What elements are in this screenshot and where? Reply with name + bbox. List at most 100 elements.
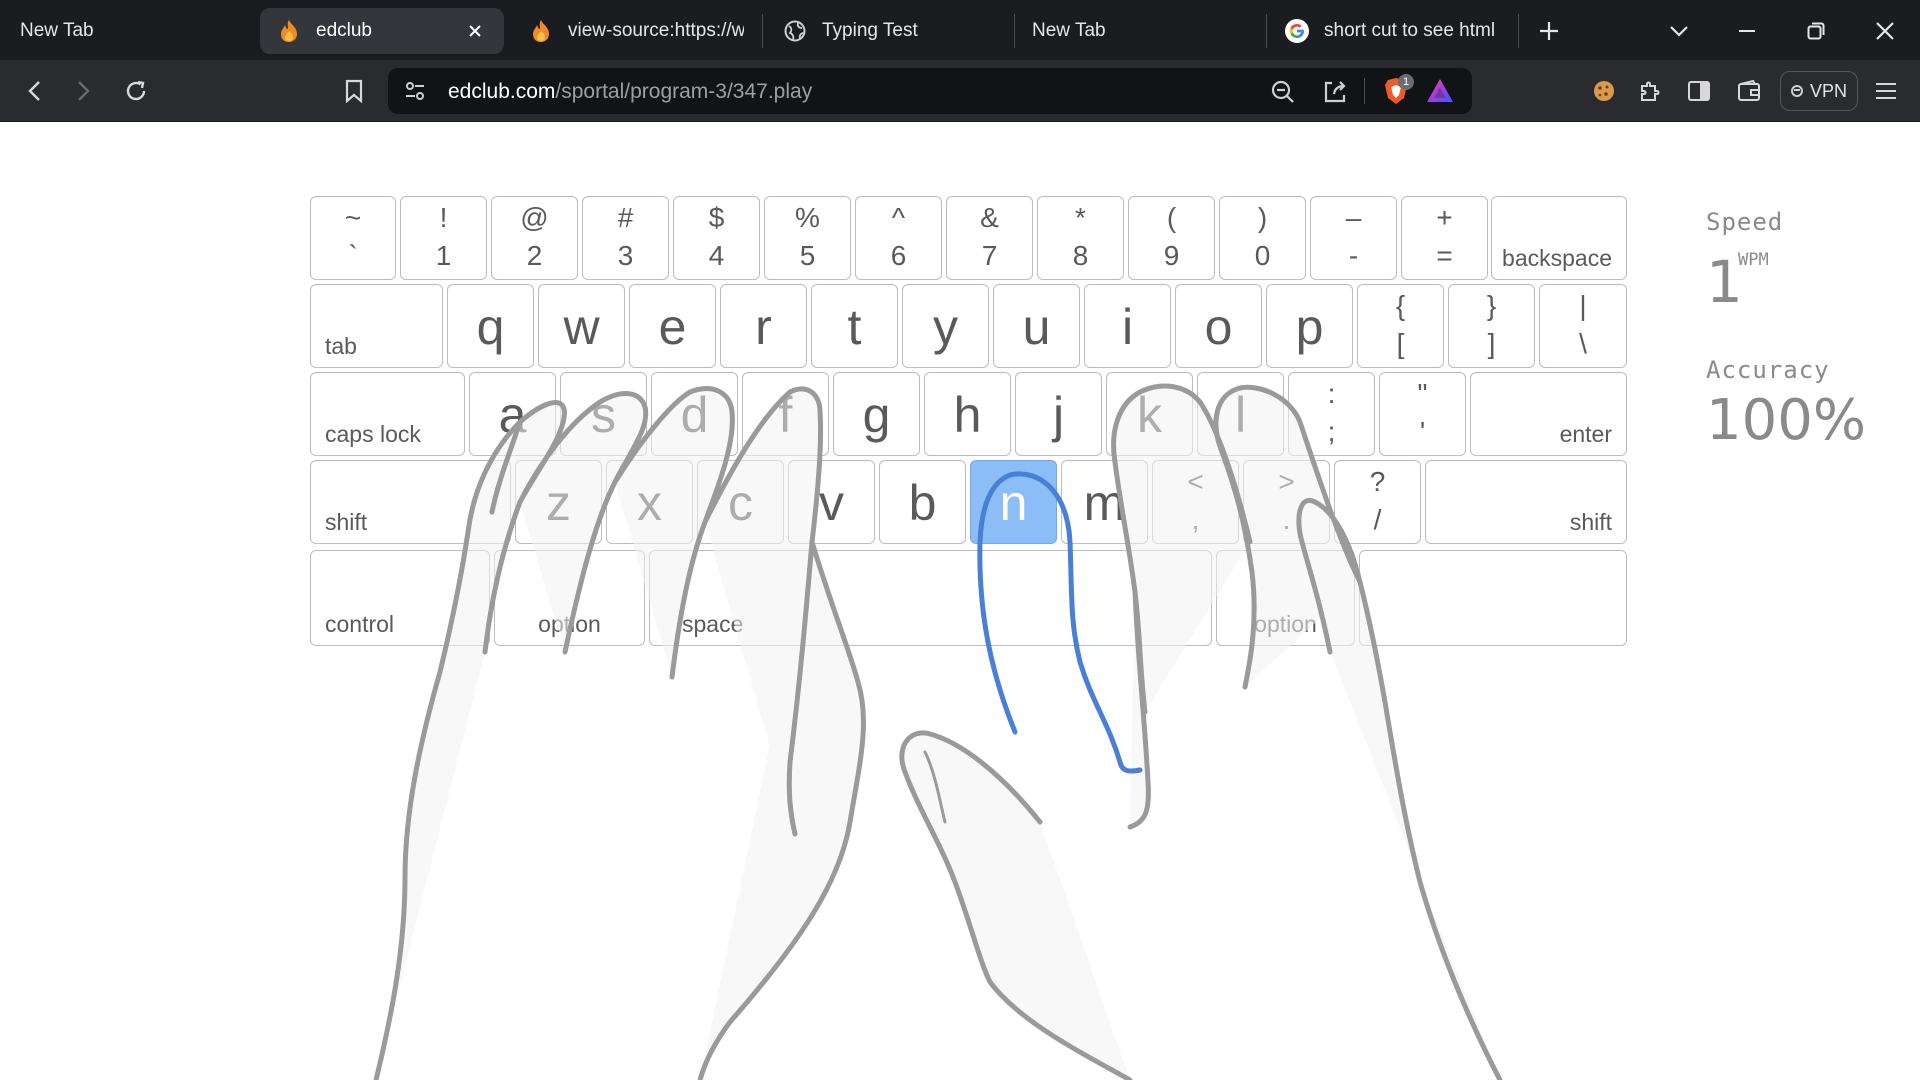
key-top-symbol: # bbox=[617, 202, 634, 233]
close-window-icon[interactable] bbox=[1866, 12, 1904, 50]
brave-shields-icon[interactable]: 1 bbox=[1382, 74, 1414, 111]
key-control: control bbox=[310, 550, 490, 646]
key-b: b bbox=[879, 460, 966, 544]
wallet-icon[interactable] bbox=[1729, 71, 1769, 111]
restore-icon[interactable] bbox=[1797, 12, 1835, 50]
url-path: /sportal/program-3/347.play bbox=[555, 80, 813, 103]
sidebar-icon[interactable] bbox=[1679, 71, 1719, 111]
key-e: e bbox=[629, 284, 716, 368]
vpn-label: VPN bbox=[1809, 80, 1847, 101]
key-comma: <, bbox=[1152, 460, 1239, 544]
minimize-icon[interactable] bbox=[1728, 12, 1766, 50]
key-label: backspace bbox=[1502, 245, 1612, 271]
brave-rewards-icon[interactable] bbox=[1426, 78, 1454, 109]
vpn-button[interactable]: VPN bbox=[1780, 71, 1858, 111]
key-n-highlighted: n bbox=[970, 460, 1057, 544]
key-label: enter bbox=[1559, 421, 1612, 447]
key-v: v bbox=[788, 460, 875, 544]
key-f: f bbox=[742, 372, 829, 456]
key-8: * 8 bbox=[1037, 196, 1124, 280]
key-bottom-symbol: 6 bbox=[890, 240, 907, 271]
key-label: shift bbox=[325, 509, 368, 535]
key-d: d bbox=[651, 372, 738, 456]
key-right-bracket: }] bbox=[1448, 284, 1535, 368]
tab-title: Typing Test bbox=[822, 20, 918, 41]
tab-separator bbox=[1014, 14, 1015, 48]
tab-title: view-source:https://ww bbox=[568, 20, 744, 41]
address-bar[interactable]: edclub.com/sportal/program-3/347.play 1 bbox=[388, 68, 1472, 114]
key-bottom-symbol: - bbox=[1348, 240, 1359, 271]
key-bottom-symbol: [ bbox=[1396, 328, 1405, 359]
key-3: #3 bbox=[582, 196, 669, 280]
key-bottom-symbol: 0 bbox=[1254, 240, 1271, 271]
key-letter: q bbox=[476, 299, 505, 355]
browser-toolbar: edclub.com/sportal/program-3/347.play 1 … bbox=[0, 60, 1920, 122]
key-letter: m bbox=[1083, 475, 1126, 531]
new-tab-button[interactable] bbox=[1530, 12, 1568, 50]
key-bottom-symbol: 2 bbox=[526, 240, 543, 271]
key-bottom-symbol: ] bbox=[1487, 328, 1496, 359]
key-g: g bbox=[833, 372, 920, 456]
key-z: z bbox=[515, 460, 602, 544]
key-5: % 5 bbox=[764, 196, 851, 280]
key-y: y bbox=[902, 284, 989, 368]
menu-icon[interactable] bbox=[1866, 71, 1906, 111]
key-letter: s bbox=[591, 387, 616, 443]
key-letter: g bbox=[862, 387, 891, 443]
key-bottom-symbol: . bbox=[1282, 504, 1291, 535]
key-tab: tab bbox=[310, 284, 443, 368]
tab-separator bbox=[762, 14, 763, 48]
key-i: i bbox=[1084, 284, 1171, 368]
tab-view-source[interactable]: view-source:https://ww bbox=[512, 8, 760, 54]
tab-new-tab-1[interactable]: New Tab bbox=[4, 8, 252, 54]
key-top-symbol: ? bbox=[1369, 466, 1386, 497]
key-top-symbol: ~ bbox=[344, 202, 362, 233]
tab-edclub[interactable]: edclub bbox=[260, 8, 504, 54]
key-letter: i bbox=[1121, 299, 1134, 355]
key-s: s bbox=[560, 372, 647, 456]
key-top-symbol: ( bbox=[1166, 202, 1177, 233]
close-icon[interactable] bbox=[462, 18, 488, 44]
tab-title: short cut to see html co bbox=[1324, 20, 1500, 41]
edclub-flame-icon bbox=[528, 18, 554, 44]
key-letter: r bbox=[755, 299, 772, 355]
tab-google-search[interactable]: short cut to see html co bbox=[1268, 8, 1516, 54]
key-7: & 7 bbox=[946, 196, 1033, 280]
tab-search-chevron-icon[interactable] bbox=[1660, 12, 1698, 50]
key-label: space bbox=[682, 611, 744, 637]
key-6: ^ 6 bbox=[855, 196, 942, 280]
bookmark-icon[interactable] bbox=[334, 71, 374, 111]
back-icon[interactable] bbox=[14, 71, 54, 111]
on-screen-keyboard: ~ ` ! 1 @2 #3 $4 % 5 ^ 6 & 7 * 8 (9 ) 0 – - + = b… bbox=[0, 122, 1920, 1080]
tab-typing-test[interactable]: Typing Test bbox=[766, 8, 1014, 54]
key-top-symbol: < bbox=[1187, 466, 1204, 497]
key-top-symbol: : bbox=[1327, 378, 1336, 409]
key-h: h bbox=[924, 372, 1011, 456]
key-top-symbol: " bbox=[1417, 378, 1428, 409]
cookie-icon[interactable] bbox=[1584, 71, 1624, 111]
site-info-icon[interactable] bbox=[404, 80, 426, 107]
key-equals: + = bbox=[1401, 196, 1488, 280]
key-c: c bbox=[697, 460, 784, 544]
zoom-out-icon[interactable] bbox=[1270, 79, 1296, 110]
key-letter: z bbox=[546, 475, 571, 531]
shields-badge: 1 bbox=[1398, 74, 1414, 90]
key-letter: p bbox=[1295, 299, 1324, 355]
forward-icon[interactable] bbox=[64, 71, 104, 111]
typing-lesson-page: ~ ` ! 1 @2 #3 $4 % 5 ^ 6 & 7 * 8 (9 ) 0 – - + = b… bbox=[0, 122, 1920, 1080]
tab-title: New Tab bbox=[20, 20, 94, 41]
key-t: t bbox=[811, 284, 898, 368]
key-2: @2 bbox=[491, 196, 578, 280]
key-label: shift bbox=[1569, 509, 1612, 535]
key-top-symbol: | bbox=[1579, 290, 1587, 321]
tab-new-tab-2[interactable]: New Tab bbox=[1016, 8, 1264, 54]
reload-icon[interactable] bbox=[116, 71, 156, 111]
key-slash: ? / bbox=[1334, 460, 1421, 544]
extensions-icon[interactable] bbox=[1630, 71, 1670, 111]
key-right-shift: shift bbox=[1425, 460, 1627, 544]
key-k: k bbox=[1106, 372, 1193, 456]
share-icon[interactable] bbox=[1322, 79, 1348, 110]
key-bottom-symbol: 3 bbox=[617, 240, 634, 271]
key-space: space bbox=[649, 550, 1212, 646]
key-bottom-symbol: 9 bbox=[1163, 240, 1180, 271]
